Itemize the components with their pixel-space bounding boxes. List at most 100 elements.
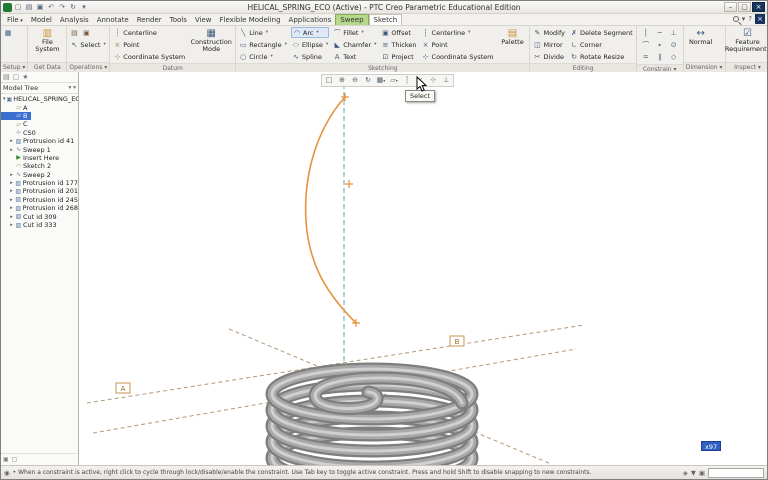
centerline-sketch-button[interactable]: ┆ Centerline xyxy=(421,27,495,38)
setup-tools-button[interactable]: ▦ xyxy=(3,27,13,38)
datum-display-button[interactable]: ▱ xyxy=(388,75,400,86)
mirror-button[interactable]: ◫ Mirror xyxy=(532,39,566,50)
constraint-vertical-button[interactable]: │ xyxy=(639,27,653,39)
tree-item-plane-c[interactable]: ▱ C xyxy=(1,120,78,128)
search-icon[interactable] xyxy=(732,16,739,22)
regenerate-icon[interactable]: ↻ xyxy=(68,2,78,12)
arc-button[interactable]: ◠ Arc xyxy=(290,27,330,38)
search-dropdown-icon[interactable]: ▾ xyxy=(742,15,746,23)
delete-segment-button[interactable]: ✗ Delete Segment xyxy=(569,27,634,38)
sketch-trajectory-curve[interactable] xyxy=(304,96,357,324)
constraint-midpoint-button[interactable]: ∙ xyxy=(653,39,667,51)
status-indicator-icon[interactable]: ◉ xyxy=(4,469,10,477)
expander-icon[interactable]: ▸ xyxy=(9,180,14,186)
modify-button[interactable]: ✎ Modify xyxy=(532,27,566,38)
expander-icon[interactable]: ▾ xyxy=(3,96,6,102)
tree-item-sketch-2[interactable]: ◠ Sketch 2 xyxy=(1,162,78,170)
display-style-button[interactable]: ▦ xyxy=(375,75,387,86)
save-file-icon[interactable]: ▣ xyxy=(35,2,45,12)
expander-icon[interactable]: ▸ xyxy=(9,147,14,153)
expander-icon[interactable]: ▸ xyxy=(9,222,14,228)
tree-filters-dropdown-icon[interactable]: ▾ xyxy=(68,85,71,91)
tree-settings-dropdown-icon[interactable]: ▾ xyxy=(73,85,76,91)
close-document-icon[interactable]: × xyxy=(755,14,765,24)
fillet-button[interactable]: ⌒ Fillet xyxy=(332,27,377,38)
menu-tab-tools[interactable]: Tools xyxy=(166,15,191,25)
expander-icon[interactable]: ▸ xyxy=(9,172,14,178)
constraint-perpendicular-button[interactable]: ⊥ xyxy=(667,27,681,39)
rectangle-button[interactable]: ▭ Rectangle xyxy=(238,39,288,50)
thicken-button[interactable]: ≡ Thicken xyxy=(380,39,417,50)
close-button[interactable]: × xyxy=(752,2,765,12)
filter-icon[interactable]: ▼ xyxy=(691,469,696,477)
expander-icon[interactable]: ▸ xyxy=(9,197,14,203)
menu-tab-sweep[interactable]: Sweep xyxy=(335,14,369,25)
tree-item-protrusion-201[interactable]: ▸ ▧ Protrusion id 201 xyxy=(1,187,78,195)
corner-button[interactable]: ∟ Corner xyxy=(569,39,634,50)
tree-item-cs0[interactable]: ⊹ CS0 xyxy=(1,129,78,137)
csys-display-button[interactable]: ⊹ xyxy=(427,75,439,86)
tree-item-plane-a[interactable]: ▱ A xyxy=(1,103,78,112)
tree-item-protrusion-177[interactable]: ▸ ▧ Protrusion id 177 xyxy=(1,179,78,187)
point-sketch-button[interactable]: × Point xyxy=(421,39,495,50)
zoom-in-button[interactable]: ⊕ xyxy=(336,75,348,86)
group-label-dimension[interactable]: Dimension ▾ xyxy=(683,62,725,72)
minimize-button[interactable]: – xyxy=(724,2,737,12)
open-file-icon[interactable]: ▤ xyxy=(24,2,34,12)
corner-badge[interactable]: x97 xyxy=(701,441,722,451)
favorites-tab-icon[interactable]: ★ xyxy=(22,73,28,81)
maximize-button[interactable]: ▢ xyxy=(738,2,751,12)
zoom-out-button[interactable]: ⊖ xyxy=(349,75,361,86)
expander-icon[interactable]: ▸ xyxy=(9,205,14,211)
tree-item-root[interactable]: ▾ ▣ HELICAL_SPRING_ECO.P xyxy=(1,95,78,103)
centerline-datum-button[interactable]: ┆ Centerline xyxy=(112,27,186,38)
palette-button[interactable]: ▤ Palette xyxy=(497,27,527,46)
graphics-canvas[interactable]: A B xyxy=(79,72,767,465)
tree-item-insert-here[interactable]: ▶ Insert Here xyxy=(1,154,78,162)
datum-plane-tag-a[interactable]: A xyxy=(115,382,131,394)
group-label-setup[interactable]: Setup ▾ xyxy=(1,62,28,72)
normal-dimension-button[interactable]: ↔ Normal xyxy=(686,27,716,46)
graphics-area[interactable]: A B □ ⊕ ⊖ ↻ ▦ ▱ ┆ × ⊹ ⊥ xyxy=(79,72,767,465)
menu-tab-render[interactable]: Render xyxy=(133,15,166,25)
coordinate-system-datum-button[interactable]: ⊹ Coordinate System xyxy=(112,51,186,62)
divide-button[interactable]: ✂ Divide xyxy=(532,51,566,62)
selection-filter-box[interactable] xyxy=(708,467,764,478)
axis-display-button[interactable]: ┆ xyxy=(401,75,413,86)
tree-item-sweep-1[interactable]: ▸ ∿ Sweep 1 xyxy=(1,145,78,154)
text-button[interactable]: A Text xyxy=(332,51,377,62)
menu-tab-flexible-modeling[interactable]: Flexible Modeling xyxy=(216,15,285,25)
tree-item-protrusion-268[interactable]: ▸ ▧ Protrusion id 268 xyxy=(1,204,78,212)
constraint-coincident-button[interactable]: ⊙ xyxy=(667,39,681,51)
datum-plane-tag-b[interactable]: B xyxy=(449,335,465,347)
browser-toggle-icon[interactable]: ▢ xyxy=(12,456,18,463)
group-label-constrain[interactable]: Constrain ▾ xyxy=(636,64,683,72)
plane-display-button[interactable]: ⊥ xyxy=(440,75,452,86)
redo-icon[interactable]: ↷ xyxy=(57,2,67,12)
tree-item-cut-309[interactable]: ▸ ▨ Cut id 309 xyxy=(1,212,78,221)
copy-button[interactable]: ▣ xyxy=(81,27,91,38)
constraint-tangent-button[interactable]: ⌒ xyxy=(639,39,653,51)
project-button[interactable]: ⊡ Project xyxy=(380,51,417,62)
spring-model[interactable] xyxy=(265,362,479,465)
folder-browser-tab-icon[interactable]: ▢ xyxy=(13,73,20,81)
menu-tab-applications[interactable]: Applications xyxy=(285,15,336,25)
menu-tab-view[interactable]: View xyxy=(191,15,216,25)
tree-item-sweep-2[interactable]: ▸ ∿ Sweep 2 xyxy=(1,171,78,179)
point-datum-button[interactable]: × Point xyxy=(112,39,186,50)
expander-icon[interactable]: ▸ xyxy=(9,138,14,144)
group-label-inspect[interactable]: Inspect ▾ xyxy=(725,62,767,72)
group-label-operations[interactable]: Operations ▾ xyxy=(67,62,110,72)
select-button[interactable]: ↖ Select xyxy=(69,39,106,50)
coordinate-system-sketch-button[interactable]: ⊹ Coordinate System xyxy=(421,51,495,62)
offset-button[interactable]: ▣ Offset xyxy=(380,27,417,38)
new-file-icon[interactable]: ▢ xyxy=(13,2,23,12)
tree-item-cut-333[interactable]: ▸ ▨ Cut id 333 xyxy=(1,221,78,229)
menu-tab-file[interactable]: File xyxy=(3,15,27,25)
repaint-button[interactable]: ↻ xyxy=(362,75,374,86)
constraint-parallel-button[interactable]: ∥ xyxy=(653,51,667,63)
navigator-toggle-icon[interactable]: ▣ xyxy=(3,456,9,463)
help-icon[interactable]: ? xyxy=(748,15,752,23)
constraint-symmetric-button[interactable]: ◇ xyxy=(667,51,681,63)
rotate-resize-button[interactable]: ↻ Rotate Resize xyxy=(569,51,634,62)
